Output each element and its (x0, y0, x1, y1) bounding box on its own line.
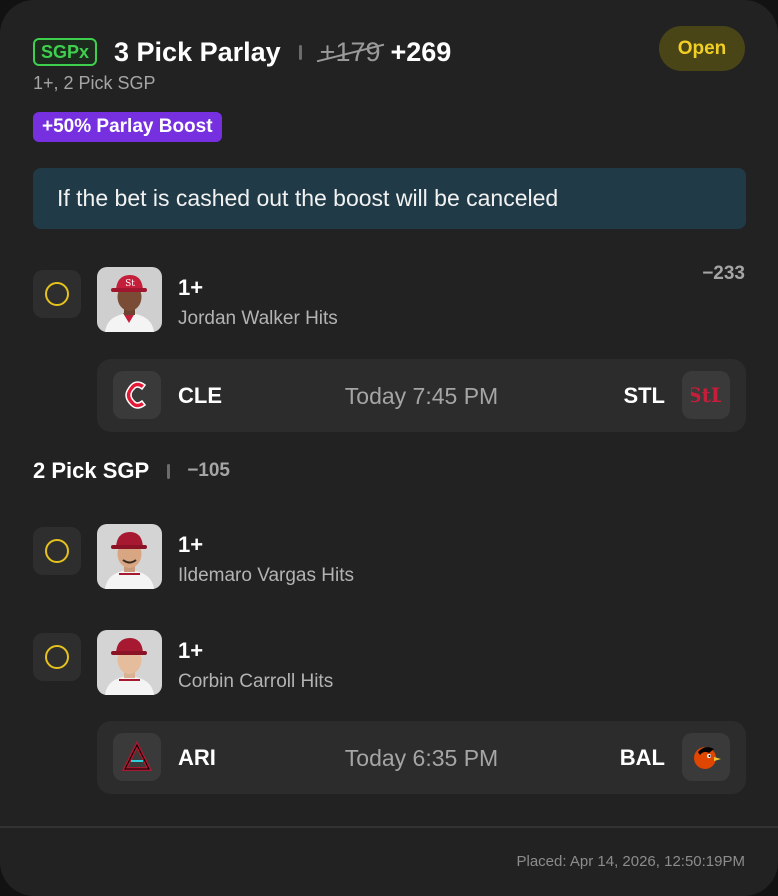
player-avatar (97, 630, 162, 695)
svg-text:StL: StL (691, 383, 721, 407)
sgp-odds: −105 (187, 460, 230, 481)
parlay-title: 3 Pick Parlay (114, 36, 281, 67)
sgpx-badge: SGPx (33, 38, 98, 66)
home-team: BAL (619, 745, 665, 770)
placed-timestamp: Placed: Apr 14, 2026, 12:50:19PM (516, 853, 746, 870)
boosted-odds: +269 (390, 36, 452, 67)
game-cle-stl[interactable]: CLE Today 7:45 PM STL StL (97, 359, 746, 432)
sgp-title: 2 Pick SGP (33, 458, 150, 483)
leg-description: Jordan Walker Hits (178, 308, 338, 329)
pending-circle-icon (45, 539, 69, 563)
svg-text:St: St (125, 279, 135, 289)
leg-description: Ildemaro Vargas Hits (178, 565, 354, 586)
separator (298, 44, 302, 60)
home-team: STL (623, 383, 665, 408)
original-odds: +179 (316, 37, 384, 68)
leg-line: 1+ (178, 638, 204, 663)
separator (167, 463, 171, 479)
footer-divider (0, 826, 778, 828)
leg-corbin-carroll: 1+ Corbin Carroll Hits (33, 630, 746, 701)
leg-description: Corbin Carroll Hits (178, 671, 334, 692)
leg-odds: −233 (702, 263, 745, 284)
bet-card[interactable]: SGPx 3 Pick Parlay +179 +269 Open 1+, 2 … (0, 0, 778, 896)
parlay-boost-badge: +50% Parlay Boost (33, 112, 222, 142)
pending-circle-icon (45, 282, 69, 306)
leg-ildemaro-vargas: 1+ Ildemaro Vargas Hits (33, 524, 746, 595)
status-badge: Open (659, 26, 745, 71)
orioles-logo-icon (682, 733, 730, 781)
cardinals-logo-icon: StL (682, 371, 730, 419)
game-ari-bal[interactable]: ARI Today 6:35 PM BAL (97, 721, 746, 794)
bet-subtitle: 1+, 2 Pick SGP (33, 73, 156, 93)
pending-circle-icon (45, 645, 69, 669)
player-avatar: St (97, 267, 162, 332)
leg-jordan-walker: St 1+ Jordan Walker Hits −233 (33, 263, 746, 338)
cashout-notice: If the bet is cashed out the boost will … (33, 168, 746, 229)
leg-status-indicator (33, 270, 81, 318)
leg-line: 1+ (178, 532, 204, 557)
leg-status-indicator (33, 633, 81, 681)
player-avatar (97, 524, 162, 589)
sgp-header: 2 Pick SGP −105 (33, 457, 230, 485)
bet-header: SGPx 3 Pick Parlay +179 +269 (33, 32, 451, 72)
leg-status-indicator (33, 527, 81, 575)
leg-line: 1+ (178, 275, 204, 300)
